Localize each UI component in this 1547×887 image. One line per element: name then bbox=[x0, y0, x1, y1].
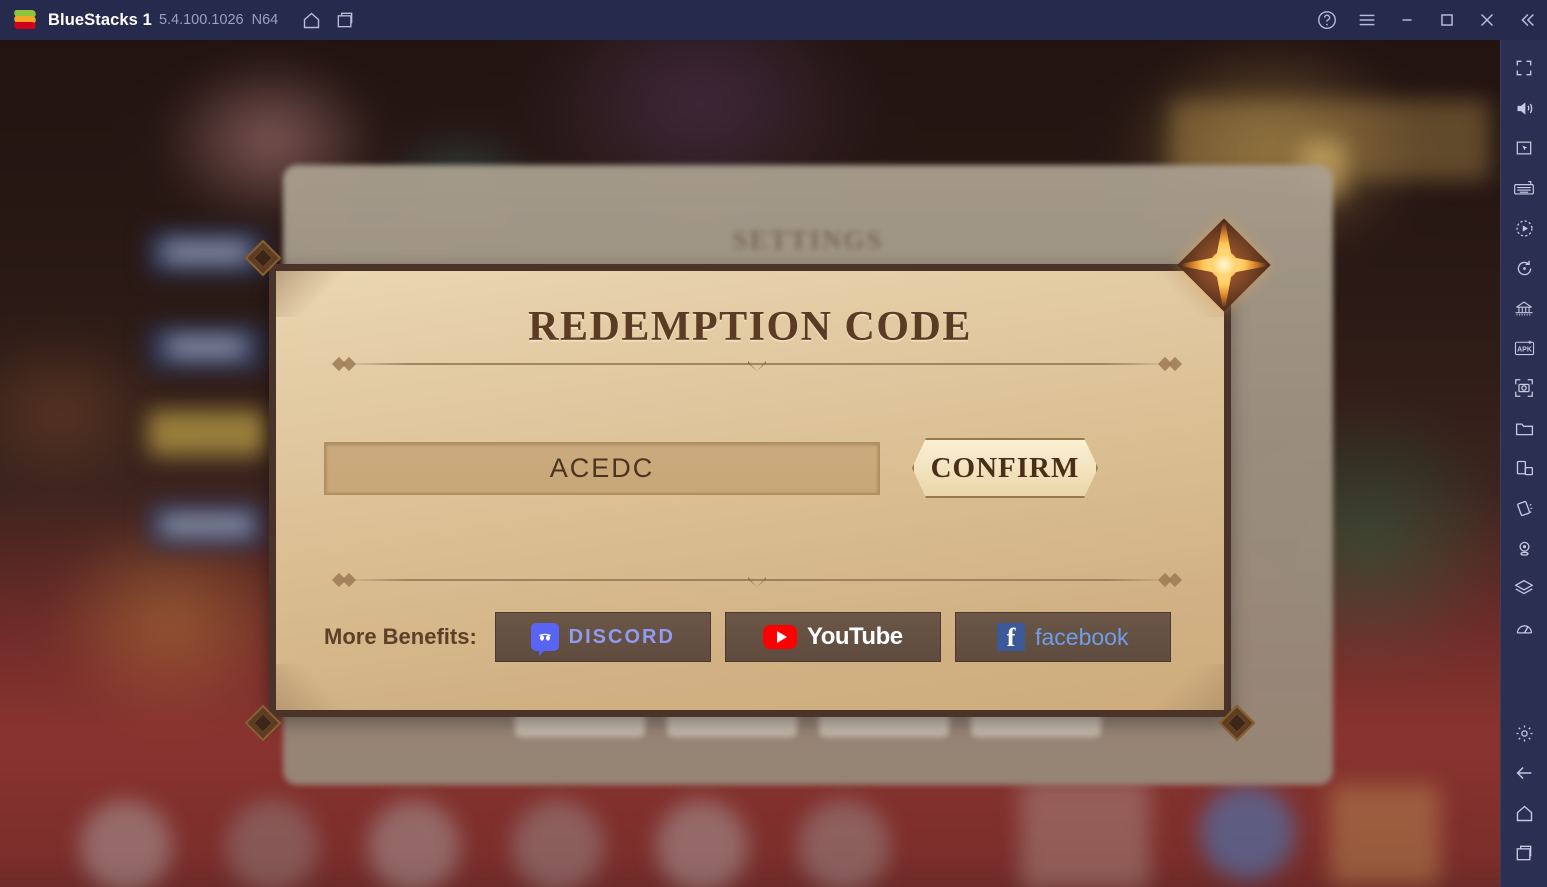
divider-line bbox=[342, 579, 1172, 581]
ghost-dock-icon bbox=[512, 800, 604, 887]
bluestacks-sidebar: APK bbox=[1500, 40, 1547, 887]
ghost-dock-icon bbox=[368, 800, 460, 887]
divider-diamond-left bbox=[341, 572, 357, 588]
recent-apps-icon[interactable] bbox=[1504, 833, 1544, 873]
ghost-dock-panel bbox=[1020, 780, 1150, 887]
close-star-core bbox=[1210, 251, 1238, 279]
ghost-dock-icon bbox=[798, 800, 890, 887]
fullscreen-icon[interactable] bbox=[1504, 48, 1544, 88]
ghost-dock-icon bbox=[80, 800, 172, 887]
more-benefits-label: More Benefits: bbox=[324, 624, 477, 649]
ghost-nav-label bbox=[162, 242, 250, 262]
youtube-label: YouTube bbox=[807, 623, 903, 650]
home-icon[interactable] bbox=[294, 0, 328, 40]
maximize-icon[interactable] bbox=[1427, 0, 1467, 40]
divider-diamond-left bbox=[341, 356, 357, 372]
rotate-icon[interactable] bbox=[1504, 248, 1544, 288]
menu-icon[interactable] bbox=[1347, 0, 1387, 40]
ghost-nav-label bbox=[160, 515, 254, 535]
back-arrow-icon[interactable] bbox=[1504, 753, 1544, 793]
multi-instance-icon[interactable] bbox=[328, 0, 362, 40]
macro-recorder-icon[interactable] bbox=[1504, 208, 1544, 248]
close-icon[interactable] bbox=[1467, 0, 1507, 40]
redemption-code-input[interactable]: ACEDC bbox=[324, 441, 880, 495]
minimize-icon[interactable] bbox=[1387, 0, 1427, 40]
facebook-label: facebook bbox=[1035, 623, 1129, 650]
paper-fold-bottom-right bbox=[1154, 664, 1224, 710]
ghost-dock-icon bbox=[226, 800, 318, 887]
divider-diamond-right bbox=[1157, 356, 1173, 372]
ghost-nav-item bbox=[148, 410, 266, 456]
discord-button[interactable]: DISCORD bbox=[494, 612, 711, 662]
divider-bottom bbox=[324, 572, 1190, 588]
youtube-icon bbox=[763, 625, 797, 649]
app-title: BlueStacks 1 bbox=[48, 10, 152, 29]
divider-diamond-right bbox=[1157, 572, 1173, 588]
cursor-control-icon[interactable] bbox=[1504, 128, 1544, 168]
window-titlebar: BlueStacks 1 5.4.100.1026 N64 bbox=[0, 0, 1547, 40]
confirm-button[interactable]: CONFIRM bbox=[912, 438, 1098, 498]
home-icon[interactable] bbox=[1504, 793, 1544, 833]
discord-icon bbox=[530, 623, 559, 656]
dialog-title: REDEMPTION CODE bbox=[528, 304, 972, 350]
redemption-code-dialog: REDEMPTION CODE ACEDC CONFIRM More Benef… bbox=[244, 216, 1273, 742]
svg-text:APK: APK bbox=[1517, 346, 1532, 353]
collapse-sidebar-icon[interactable] bbox=[1507, 0, 1547, 40]
app-arch: N64 bbox=[251, 12, 279, 28]
location-icon[interactable] bbox=[1504, 528, 1544, 568]
game-viewport: SETTINGS REDEMPTION CODE ACEDC CONFIRM M… bbox=[0, 40, 1500, 887]
more-benefits-row: More Benefits: DISCORD YouTube f faceboo… bbox=[324, 611, 1204, 663]
youtube-button[interactable]: YouTube bbox=[724, 612, 941, 662]
install-apk-icon[interactable]: APK bbox=[1504, 328, 1544, 368]
facebook-button[interactable]: f facebook bbox=[954, 612, 1171, 662]
settings-gear-icon[interactable] bbox=[1504, 713, 1544, 753]
paper-fold-bottom-left bbox=[276, 664, 346, 710]
performance-icon[interactable] bbox=[1504, 608, 1544, 648]
ghost-dock-panel bbox=[1330, 785, 1440, 885]
divider-top bbox=[324, 356, 1190, 372]
ghost-dock-icon bbox=[656, 800, 748, 887]
discord-glyph bbox=[538, 633, 551, 641]
volume-icon[interactable] bbox=[1504, 88, 1544, 128]
eco-mode-icon[interactable] bbox=[1504, 288, 1544, 328]
screenshot-icon[interactable] bbox=[1504, 368, 1544, 408]
shake-icon[interactable] bbox=[1504, 488, 1544, 528]
help-icon[interactable] bbox=[1307, 0, 1347, 40]
app-version: 5.4.100.1026 bbox=[158, 12, 244, 28]
copy-instance-icon[interactable] bbox=[1504, 448, 1544, 488]
divider-line bbox=[342, 363, 1172, 365]
bluestacks-logo-icon bbox=[13, 9, 37, 31]
dialog-frame: REDEMPTION CODE ACEDC CONFIRM More Benef… bbox=[269, 264, 1231, 717]
close-star-button[interactable] bbox=[1175, 216, 1273, 314]
ghost-nav-label bbox=[166, 337, 246, 357]
keyboard-controls-icon[interactable] bbox=[1504, 168, 1544, 208]
discord-label: DISCORD bbox=[568, 625, 675, 648]
media-manager-icon[interactable] bbox=[1504, 408, 1544, 448]
code-entry-row: ACEDC CONFIRM bbox=[324, 438, 1190, 498]
ghost-dock-icon bbox=[1200, 785, 1295, 880]
multi-layer-icon[interactable] bbox=[1504, 568, 1544, 608]
facebook-icon: f bbox=[997, 623, 1026, 651]
